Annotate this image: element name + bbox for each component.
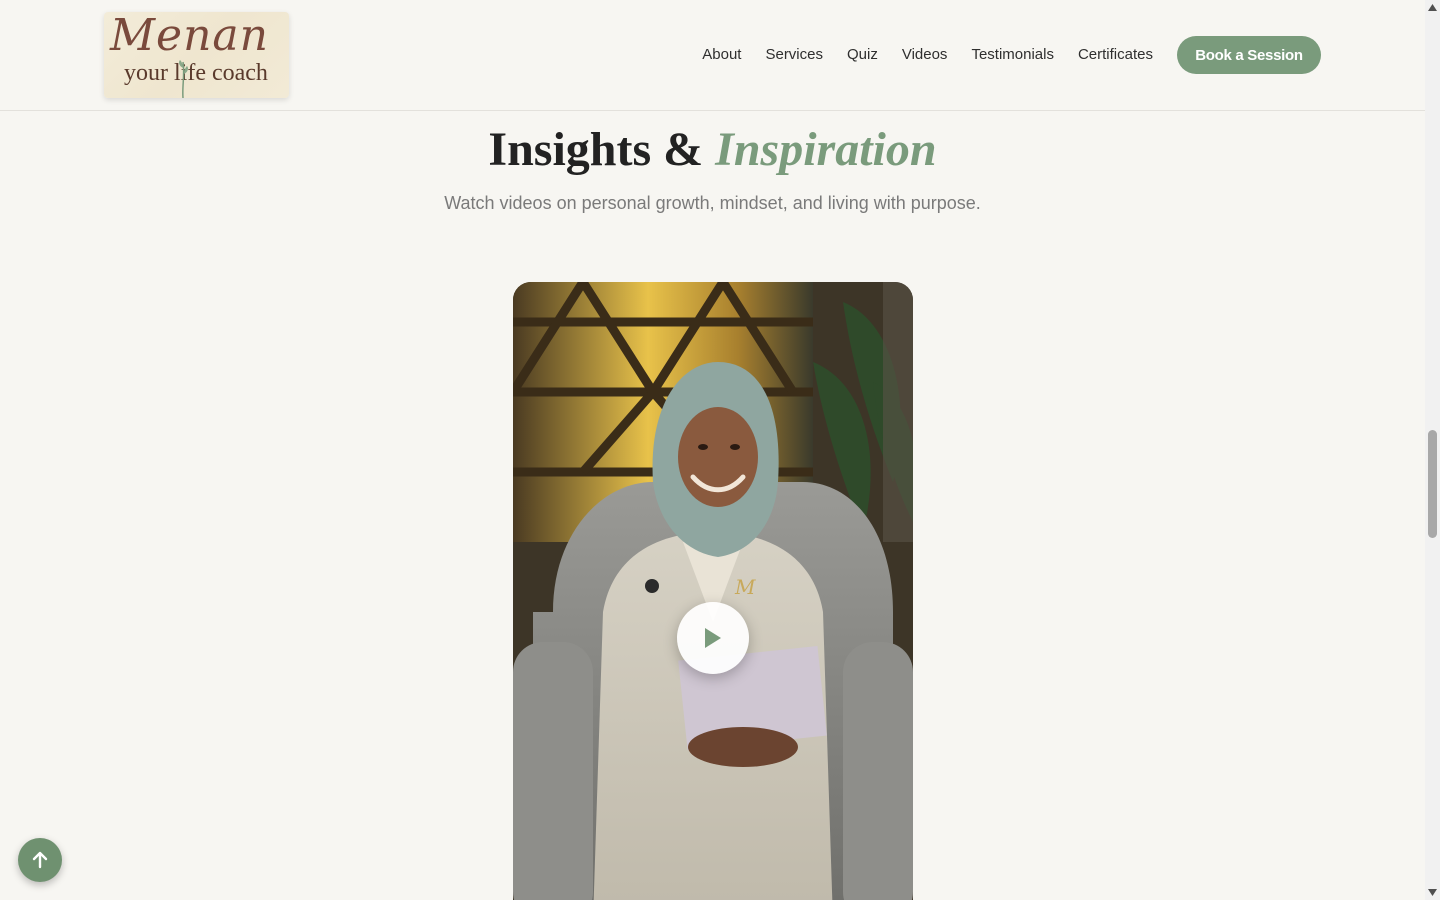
- section-title-main: Insights &: [488, 123, 704, 176]
- logo-tagline: your life coach: [124, 60, 268, 86]
- page-scrollbar[interactable]: [1425, 0, 1440, 900]
- scrollbar-thumb[interactable]: [1428, 430, 1437, 538]
- svg-text:M: M: [734, 575, 756, 599]
- logo-script-text: Menan: [110, 12, 269, 61]
- scroll-down-arrow-icon[interactable]: [1428, 888, 1437, 897]
- video-card[interactable]: M: [513, 282, 913, 900]
- section-title-accent: Inspiration: [715, 123, 937, 176]
- book-session-button[interactable]: Book a Session: [1177, 36, 1321, 74]
- play-button[interactable]: [677, 602, 749, 674]
- scroll-up-arrow-icon[interactable]: [1428, 3, 1437, 12]
- nav-quiz[interactable]: Quiz: [847, 44, 878, 66]
- video-thumbnail: M: [513, 282, 913, 900]
- main-nav: About Services Quiz Videos Testimonials …: [678, 44, 1153, 66]
- section-subtitle: Watch videos on personal growth, mindset…: [444, 193, 981, 213]
- site-header: Menan your life coach About Services Qui…: [0, 0, 1425, 111]
- nav-services[interactable]: Services: [765, 44, 823, 66]
- nav-about[interactable]: About: [702, 44, 741, 66]
- nav-certificates[interactable]: Certificates: [1078, 44, 1153, 66]
- leaf-icon: [179, 60, 188, 98]
- nav-videos[interactable]: Videos: [902, 44, 948, 66]
- play-icon: [705, 628, 721, 648]
- nav-testimonials[interactable]: Testimonials: [971, 44, 1054, 66]
- back-to-top-button[interactable]: [18, 838, 62, 882]
- site-logo[interactable]: Menan your life coach: [104, 12, 289, 98]
- arrow-up-icon: [32, 851, 48, 869]
- section-title: Insights & Inspiration: [0, 122, 1425, 177]
